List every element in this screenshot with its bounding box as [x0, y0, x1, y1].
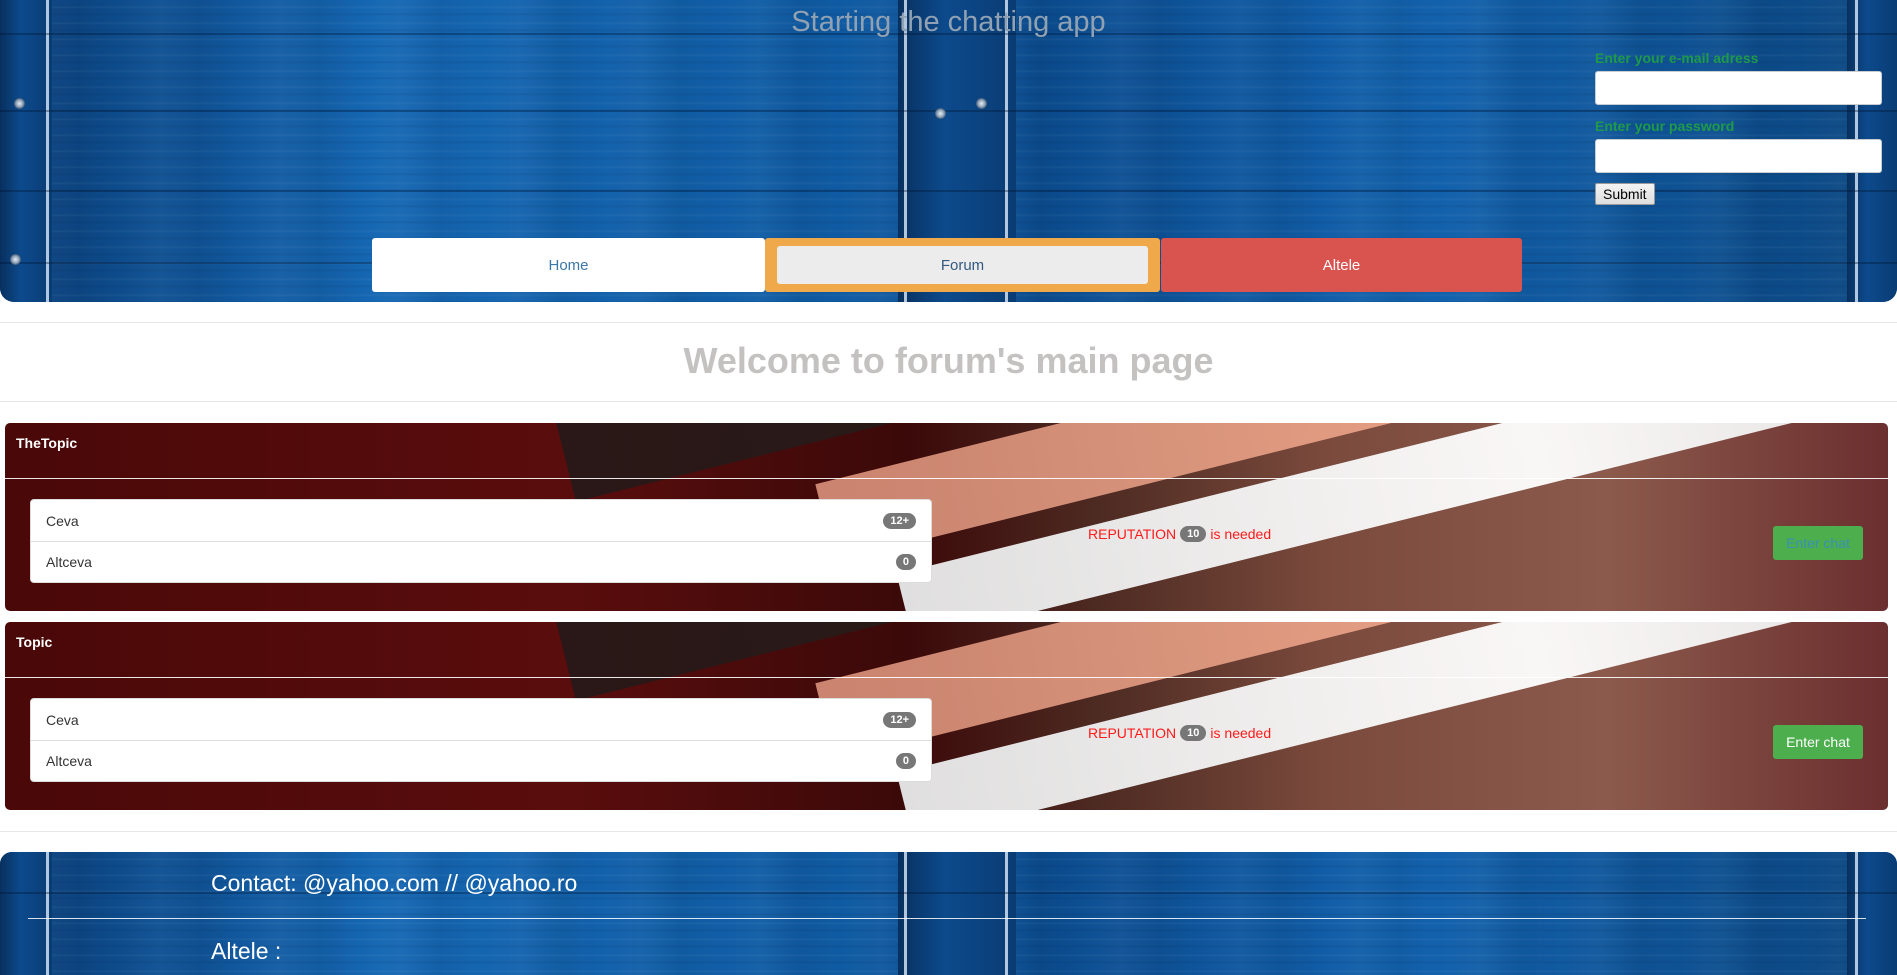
main-nav: Home Forum Altele: [372, 238, 1522, 292]
reputation-suffix: is needed: [1210, 725, 1272, 741]
email-label: Enter your e-mail adress: [1595, 50, 1759, 66]
topic-panel: TheTopic Ceva 12+ Altceva 0 REPUTATION 1…: [5, 423, 1888, 611]
list-item-label: Altceva: [46, 554, 92, 570]
reputation-prefix: REPUTATION: [1088, 725, 1177, 741]
wood-post-edge: [46, 0, 49, 302]
submit-button[interactable]: Submit: [1595, 183, 1655, 205]
wood-post-edge: [1855, 852, 1858, 975]
nav-item-forum[interactable]: Forum: [765, 238, 1160, 292]
app-title: Starting the chatting app: [791, 6, 1106, 38]
footer-banner: Contact: @yahoo.com // @yahoo.ro Altele …: [0, 852, 1897, 975]
footer-contact: Contact: @yahoo.com // @yahoo.ro: [211, 870, 578, 896]
divider: [0, 322, 1897, 323]
enter-chat-button[interactable]: Enter chat: [1773, 526, 1863, 560]
nav-item-forum-label: Forum: [777, 246, 1148, 284]
list-item-label: Ceva: [46, 512, 79, 529]
divider: [0, 831, 1897, 832]
nail-icon: [976, 98, 987, 109]
nav-item-home[interactable]: Home: [372, 238, 765, 292]
email-field[interactable]: [1595, 71, 1882, 105]
header-banner: Starting the chatting app Enter your e-m…: [0, 0, 1897, 302]
nail-icon: [14, 98, 25, 109]
reputation-suffix: is needed: [1210, 526, 1272, 542]
count-badge: 12+: [883, 711, 916, 728]
list-item-label: Ceva: [46, 711, 79, 728]
nail-icon: [10, 254, 21, 265]
login-form: Enter your e-mail adress Enter your pass…: [1595, 50, 1883, 205]
nav-item-altele[interactable]: Altele: [1161, 238, 1522, 292]
list-item[interactable]: Altceva 0: [31, 541, 931, 582]
wood-post: [898, 852, 1016, 975]
page-title: Welcome to forum's main page: [683, 340, 1214, 381]
wood-post-edge: [1005, 852, 1008, 975]
panel-divider: [5, 478, 1888, 479]
panel-divider: [5, 677, 1888, 678]
wood-post: [0, 0, 52, 302]
wood-post: [0, 852, 52, 975]
password-field[interactable]: [1595, 139, 1882, 173]
list-item[interactable]: Ceva 12+: [31, 699, 931, 740]
list-item[interactable]: Ceva 12+: [31, 500, 931, 541]
reputation-badge: 10: [1180, 526, 1207, 542]
nail-icon: [935, 108, 946, 119]
enter-chat-button[interactable]: Enter chat: [1773, 725, 1863, 759]
count-badge: 0: [895, 753, 916, 769]
list-item[interactable]: Altceva 0: [31, 740, 931, 781]
wood-post-edge: [904, 852, 907, 975]
count-badge: 12+: [883, 512, 916, 529]
reputation-requirement: REPUTATION 10 is needed: [1088, 526, 1271, 542]
reputation-badge: 10: [1180, 725, 1207, 741]
topic-list: Ceva 12+ Altceva 0: [30, 499, 932, 583]
topic-list: Ceva 12+ Altceva 0: [30, 698, 932, 782]
count-badge: 0: [895, 554, 916, 570]
footer-other: Altele :: [211, 938, 282, 964]
topic-panel: Topic Ceva 12+ Altceva 0 REPUTATION 10 i…: [5, 622, 1888, 810]
reputation-requirement: REPUTATION 10 is needed: [1088, 725, 1271, 741]
password-label: Enter your password: [1595, 118, 1735, 134]
topic-title: TheTopic: [16, 435, 78, 451]
divider: [0, 401, 1897, 402]
reputation-prefix: REPUTATION: [1088, 526, 1177, 542]
footer-divider: [28, 918, 1866, 919]
wood-post-edge: [46, 852, 49, 975]
topic-title: Topic: [16, 634, 53, 650]
list-item-label: Altceva: [46, 753, 92, 769]
